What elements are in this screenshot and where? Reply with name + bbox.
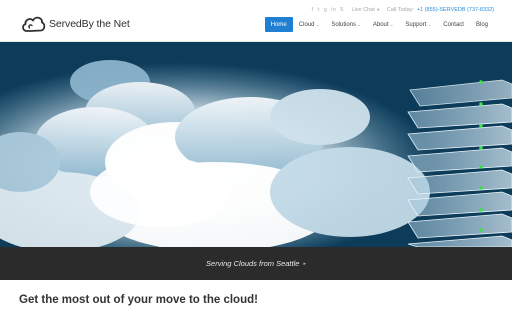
twitter-icon[interactable]: t xyxy=(317,7,319,13)
site-header: ServedBy the Net f t g in S Live Chat ● … xyxy=(0,0,512,42)
nav-item-label: Solutions xyxy=(331,21,357,28)
facebook-icon[interactable]: f xyxy=(311,7,313,13)
hero-banner xyxy=(0,42,512,247)
brand-name: ServedBy the Net xyxy=(49,18,130,30)
nav-item-solutions[interactable]: Solutions ⌄ xyxy=(325,17,367,32)
nav-item-cloud[interactable]: Cloud ⌄ xyxy=(293,17,326,32)
live-chat-label: Live Chat xyxy=(351,7,375,13)
tagline-bar: Serving Clouds from Seattle ▸ xyxy=(0,247,512,280)
nav-item-label: Cloud xyxy=(298,21,315,28)
hero-clouds-servers-image xyxy=(0,42,512,247)
nav-item-label: About xyxy=(372,21,389,28)
nav-item-label: Support xyxy=(405,21,427,28)
phone-link[interactable]: +1 (855)-SERVEDB (737-8332) xyxy=(417,7,494,13)
arrow-right-icon[interactable]: ▸ xyxy=(303,261,306,267)
intro-heading: Get the most out of your move to the clo… xyxy=(19,294,258,306)
chevron-down-icon: ⌄ xyxy=(427,22,432,27)
skype-icon[interactable]: S xyxy=(340,7,344,13)
chevron-down-icon: ⌄ xyxy=(390,22,394,27)
google-plus-icon[interactable]: g xyxy=(324,7,328,13)
nav-item-label: Home xyxy=(270,21,287,28)
cloud-logo-icon xyxy=(22,16,46,32)
nav-item-label: Blog xyxy=(475,21,488,28)
social-links: f t g in S xyxy=(311,7,343,13)
linkedin-icon[interactable]: in xyxy=(331,7,336,13)
nav-item-home[interactable]: Home xyxy=(264,17,293,32)
tagline-text: Serving Clouds from Seattle xyxy=(206,259,300,268)
call-label: Call Today: xyxy=(386,7,414,13)
chevron-down-icon: ⌄ xyxy=(357,22,361,27)
main-nav: Home Cloud ⌄ Solutions ⌄ About ⌄ Support… xyxy=(264,17,494,32)
chat-bubble-icon: ● xyxy=(376,7,380,13)
nav-item-label: Contact xyxy=(443,21,464,28)
utility-bar: f t g in S Live Chat ● Call Today: +1 (8… xyxy=(311,5,494,15)
site-logo[interactable]: ServedBy the Net xyxy=(20,14,130,34)
nav-item-about[interactable]: About ⌄ xyxy=(367,17,400,32)
nav-item-blog[interactable]: Blog xyxy=(470,17,494,32)
live-chat-link[interactable]: Live Chat ● xyxy=(352,7,380,13)
nav-item-contact[interactable]: Contact xyxy=(437,17,470,32)
nav-item-support[interactable]: Support ⌄ xyxy=(399,17,437,32)
chevron-down-icon: ⌄ xyxy=(315,22,320,27)
